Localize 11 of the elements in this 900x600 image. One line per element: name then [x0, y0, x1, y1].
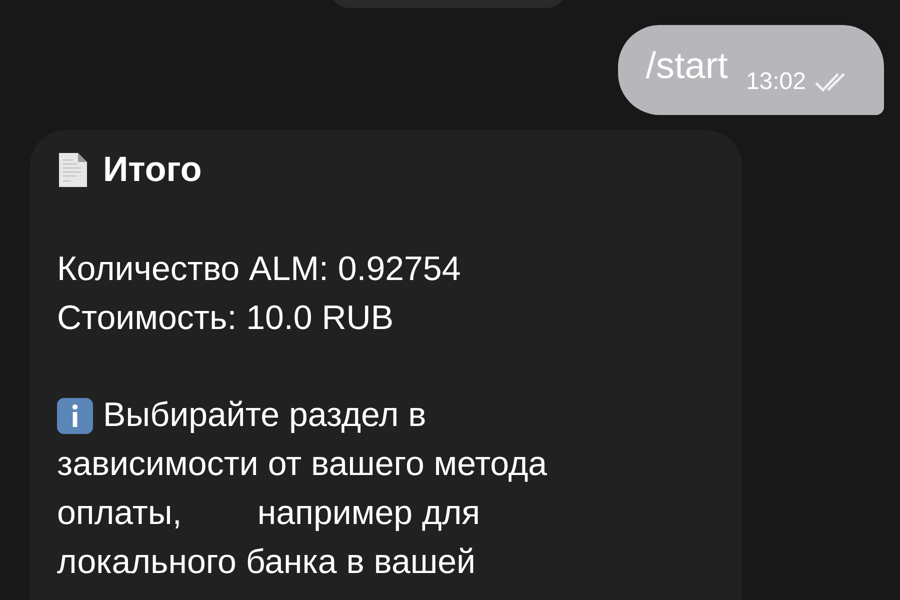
info-icon — [57, 398, 93, 434]
message-line: Количество ALM: 0.92754 — [57, 249, 462, 290]
message-time: 13:02 — [746, 68, 806, 96]
message-line: зависимости от вашего метода — [57, 444, 548, 485]
message-line: оплаты, например для — [57, 493, 482, 534]
message-text: /start — [646, 45, 728, 87]
message-line: Стоимость: 10.0 RUB — [57, 298, 395, 339]
message-title: Итого — [103, 150, 202, 190]
document-icon — [57, 152, 89, 188]
message-line: Выбирайте раздел в — [103, 395, 426, 436]
message-line: локального банка в вашей — [57, 542, 477, 583]
